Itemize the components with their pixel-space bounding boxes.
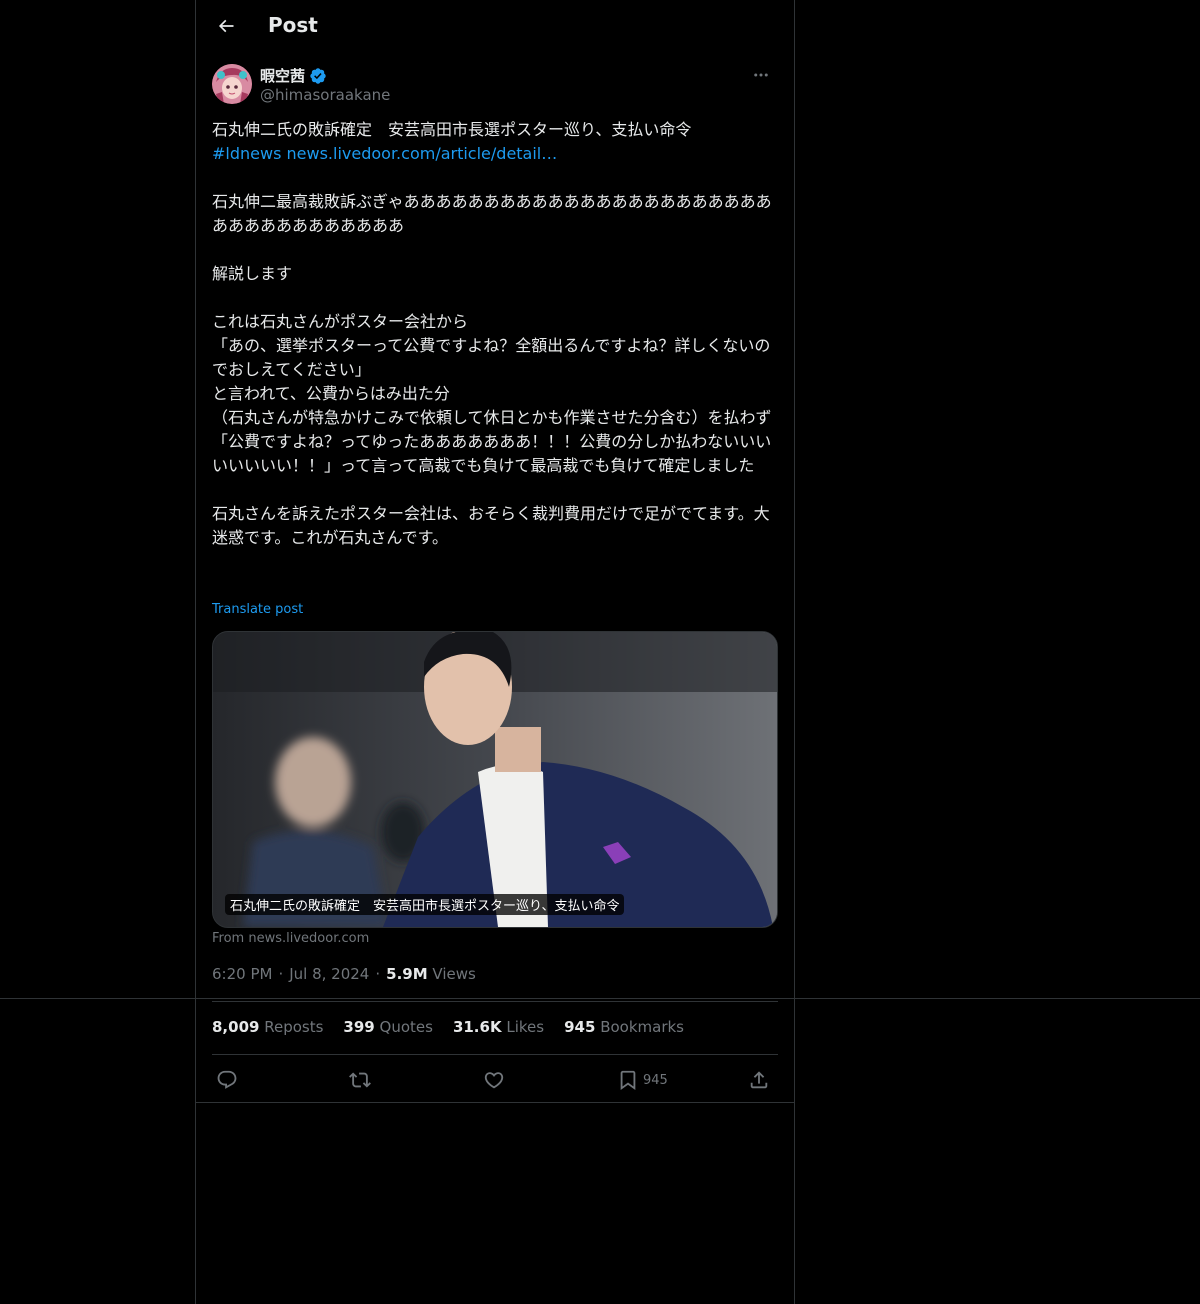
link-card[interactable]: 石丸伸二氏の敗訴確定 安芸高田市長選ポスター巡り、支払い命令 [212,631,778,928]
post-text: 石丸伸二氏の敗訴確定 安芸高田市長選ポスター巡り、支払い命令 #ldnews n… [212,118,778,550]
post-author: 暇空茜 @himasoraakane [212,64,778,108]
primary-column: Post 暇空茜 @himasoraakane 石丸伸二氏の敗訴確定 安芸高田市… [195,0,795,1304]
bookmark-button[interactable]: 945 [617,1063,668,1097]
bookmarks-stat[interactable]: 945 Bookmarks [564,1018,684,1036]
heart-icon [483,1069,505,1091]
likes-stat[interactable]: 31.6K Likes [453,1018,544,1036]
like-button[interactable] [483,1063,505,1097]
post-text-headline: 石丸伸二氏の敗訴確定 安芸高田市長選ポスター巡り、支払い命令 [212,120,692,139]
reply-button[interactable] [216,1063,238,1097]
quotes-stat[interactable]: 399 Quotes [343,1018,433,1036]
author-handle[interactable]: @himasoraakane [260,86,390,104]
translate-post-link[interactable]: Translate post [212,602,303,617]
likes-count: 31.6K [452,1018,502,1036]
page-title: Post [268,13,318,37]
hashtag-link[interactable]: #ldnews [212,144,281,163]
bookmarks-label: Bookmarks [600,1018,684,1036]
card-source: From news.livedoor.com [212,931,370,946]
meta-separator: · [375,965,381,983]
likes-label: Likes [506,1018,545,1036]
action-bar: 945 [212,1063,778,1097]
repost-icon [349,1069,371,1091]
bookmark-icon [617,1069,639,1091]
arrow-left-icon [216,16,236,36]
more-options-button[interactable] [744,64,778,86]
reposts-count: 8,009 [212,1018,260,1036]
verified-badge-icon [309,67,327,85]
views-label: Views [432,965,476,983]
more-horizontal-icon [752,66,770,84]
reply-icon [216,1069,238,1091]
article-link[interactable]: news.livedoor.com/article/detail… [287,144,558,163]
display-name[interactable]: 暇空茜 [260,65,305,86]
share-icon [748,1069,770,1091]
card-image [213,632,777,927]
display-name-row: 暇空茜 [260,65,327,86]
page-header: Post [196,0,794,53]
quotes-label: Quotes [379,1018,433,1036]
post-time[interactable]: 6:20 PM [212,965,272,983]
quotes-count: 399 [343,1018,375,1036]
bookmark-count: 945 [643,1072,668,1088]
repost-button[interactable] [349,1063,371,1097]
post-meta: 6:20 PM · Jul 8, 2024 · 5.9M Views [212,965,476,983]
divider [212,1054,778,1055]
bookmarks-count: 945 [564,1018,596,1036]
views-count: 5.9M [386,965,428,983]
post-stats: 8,009 Reposts 399 Quotes 31.6K Likes 945… [212,1018,684,1036]
post-text-body: 石丸伸二最高裁敗訴ぶぎゃああああああああああああああああああああああああああああ… [212,192,772,547]
card-caption: 石丸伸二氏の敗訴確定 安芸高田市長選ポスター巡り、支払い命令 [225,894,625,915]
avatar[interactable] [212,64,252,104]
share-button[interactable] [748,1063,770,1097]
meta-separator: · [278,965,284,983]
divider [212,1001,778,1002]
back-button[interactable] [208,8,244,44]
reposts-label: Reposts [264,1018,324,1036]
post-date[interactable]: Jul 8, 2024 [289,965,369,983]
divider [196,1102,794,1103]
reposts-stat[interactable]: 8,009 Reposts [212,1018,323,1036]
